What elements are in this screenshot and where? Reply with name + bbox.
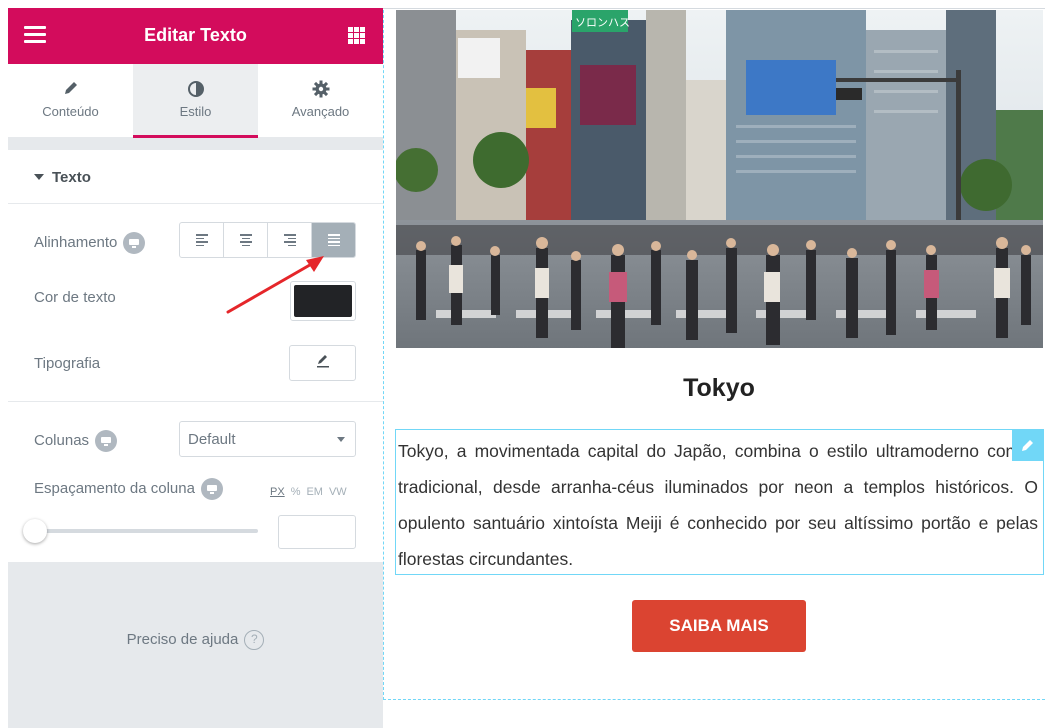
unit-em[interactable]: EM [306,486,323,498]
align-right-button[interactable] [268,223,312,257]
tab-avancado[interactable]: Avançado [258,64,383,137]
columns-select-value: Default [188,431,236,448]
align-justify-icon [327,232,340,248]
responsive-desktop-icon[interactable] [200,478,223,500]
columns-select[interactable]: Default [179,421,356,457]
editor-panel: Editar Texto Conteúdo Estilo Avançado Te… [8,8,383,728]
responsive-desktop-icon[interactable] [123,232,146,254]
column-gap-slider-track[interactable] [36,529,258,533]
pencil-icon [315,353,331,374]
help-link[interactable]: Preciso de ajuda? [8,630,383,650]
caret-down-icon [34,174,44,180]
tab-estilo[interactable]: Estilo [133,64,258,138]
alignment-label: Alinhamento [34,233,118,251]
column-gap-input[interactable] [278,515,356,549]
align-center-button[interactable] [224,223,268,257]
preview-top-border [383,8,1045,9]
chevron-down-icon [337,437,345,442]
text-color-label: Cor de texto [34,289,116,306]
unit-vw[interactable]: VW [329,486,347,498]
align-left-button[interactable] [180,223,224,257]
unit-px[interactable]: PX [270,486,285,498]
tab-conteudo[interactable]: Conteúdo [8,64,133,137]
section-header-texto[interactable]: Texto [8,150,383,204]
align-center-icon [239,232,252,248]
tokyo-crossing-image: ソロンハス [396,10,1043,348]
columns-label: Colunas [34,431,90,449]
gear-icon [258,80,383,100]
tab-label: Avançado [291,104,350,119]
pencil-icon [8,80,133,100]
text-color-picker[interactable] [290,281,356,321]
responsive-desktop-icon[interactable] [95,430,118,452]
typography-edit-button[interactable] [289,345,356,381]
unit-switcher: PX% EM VW [264,486,347,498]
columns-control-label: Colunas [34,430,118,452]
help-label: Preciso de ajuda [126,630,239,648]
panel-header: Editar Texto [8,8,383,64]
text-editor-widget[interactable]: Tokyo, a movimentada capital do Japão, c… [395,429,1044,575]
panel-tabs: Conteúdo Estilo Avançado [8,64,383,138]
tab-label: Conteúdo [42,104,99,119]
divider [8,401,383,402]
typography-label: Tipografia [34,355,101,372]
alignment-control-label: Alinhamento [34,232,146,254]
color-swatch-fill [294,285,352,317]
shop-sign: ソロンハス [575,16,630,29]
widget-edit-icon[interactable] [1012,429,1044,461]
section-title: Texto [52,169,91,186]
column-gap-control-label: Espaçamento da coluna [34,478,223,500]
widgets-grid-icon[interactable] [348,27,365,44]
body-paragraph[interactable]: Tokyo, a movimentada capital do Japão, c… [398,433,1038,577]
alignment-button-group [179,222,356,258]
unit-percent[interactable]: % [291,486,301,498]
saiba-mais-button[interactable]: SAIBA MAIS [632,600,806,652]
panel-title: Editar Texto [144,25,247,45]
column-gap-slider-handle[interactable] [23,519,47,543]
column-gap-label: Espaçamento da coluna [34,479,195,497]
half-circle-icon [133,80,258,100]
align-justify-button[interactable] [312,223,355,257]
page-heading: Tokyo [683,374,755,402]
help-question-icon: ? [244,630,265,650]
tab-label: Estilo [179,104,212,119]
align-right-icon [283,232,296,248]
align-left-icon [195,232,208,248]
controls-area: Texto Alinhamento Cor de texto Tipografi… [8,150,383,562]
page-preview: ソロンハス Tokyo Tokyo, a movimentada capital… [383,8,1045,728]
